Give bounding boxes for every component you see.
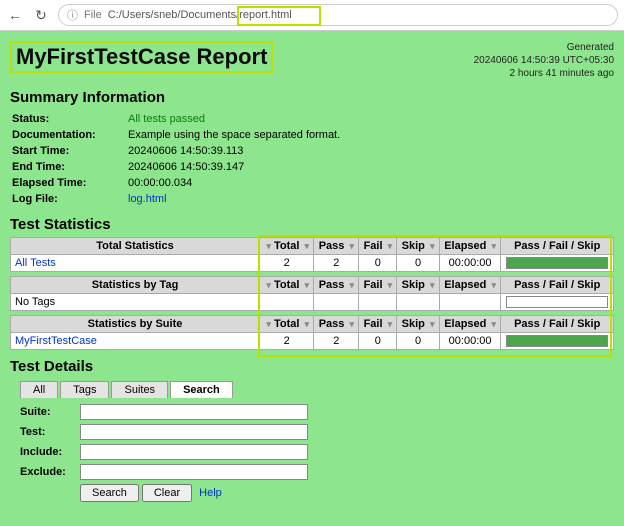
cell-graph	[501, 255, 614, 272]
back-button[interactable]: ←	[6, 7, 24, 23]
summary-heading: Summary Information	[10, 89, 614, 106]
col-pass: Pass ▾	[314, 238, 359, 255]
col-skip: Skip ▾	[397, 238, 439, 255]
search-button[interactable]: Search	[80, 484, 139, 502]
url-scheme-label: File	[84, 9, 102, 21]
stats-total-table: Total Statistics ▾ Total ▾ Pass ▾ Fail ▾…	[10, 237, 614, 272]
col-total: ▾ Total ▾	[260, 238, 314, 255]
sort-icon[interactable]: ▾	[491, 241, 496, 251]
tab-tags[interactable]: Tags	[60, 381, 109, 398]
col-fail: Fail ▾	[359, 238, 397, 255]
test-label: Test:	[20, 426, 80, 438]
exclude-input[interactable]	[80, 464, 308, 480]
tab-suites[interactable]: Suites	[111, 381, 168, 398]
url-path: C:/Users/sneb/Documents/	[108, 9, 239, 21]
doc-value: Example using the space separated format…	[128, 128, 344, 142]
sort-icon[interactable]: ▾	[388, 241, 393, 251]
cell-total: 2	[260, 255, 314, 272]
end-label: End Time:	[12, 160, 126, 174]
clear-button[interactable]: Clear	[142, 484, 192, 502]
stats-tag-table: Statistics by Tag ▾ Total ▾ Pass ▾ Fail …	[10, 276, 614, 311]
reload-button[interactable]: ↻	[32, 7, 50, 24]
cell-skip: 0	[397, 255, 439, 272]
suite-link[interactable]: MyFirstTestCase	[15, 335, 97, 347]
no-tags-cell: No Tags	[11, 294, 260, 311]
doc-label: Documentation:	[12, 128, 126, 142]
generated-label: Generated	[474, 41, 614, 54]
suite-input[interactable]	[80, 404, 308, 420]
exclude-label: Exclude:	[20, 466, 80, 478]
cell-pass: 2	[314, 255, 359, 272]
elapsed-value: 00:00:00.034	[128, 176, 344, 190]
sort-icon[interactable]: ▾	[349, 241, 354, 251]
suite-label: Suite:	[20, 406, 80, 418]
stats-tag-label: Statistics by Tag	[11, 277, 260, 294]
report-page: MyFirstTestCase Report Generated 2024060…	[0, 31, 624, 526]
details-tabs: All Tags Suites Search	[20, 381, 614, 398]
generated-ago: 2 hours 41 minutes ago	[474, 67, 614, 80]
stats-heading: Test Statistics	[10, 216, 614, 233]
table-row: All Tests 2 2 0 0 00:00:00	[11, 255, 614, 272]
page-title: MyFirstTestCase Report	[10, 41, 273, 73]
logfile-label: Log File:	[12, 192, 126, 206]
include-input[interactable]	[80, 444, 308, 460]
elapsed-label: Elapsed Time:	[12, 176, 126, 190]
details-heading: Test Details	[10, 358, 614, 375]
end-value: 20240606 14:50:39.147	[128, 160, 344, 174]
generated-info: Generated 20240606 14:50:39 UTC+05:30 2 …	[474, 41, 614, 80]
tab-search[interactable]: Search	[170, 381, 233, 398]
table-row: MyFirstTestCase 2 2 0 0 00:00:00	[11, 333, 614, 350]
include-label: Include:	[20, 446, 80, 458]
help-link[interactable]: Help	[199, 487, 222, 499]
sort-icon[interactable]: ▾	[266, 241, 271, 251]
stats-suite-table: Statistics by Suite ▾ Total ▾ Pass ▾ Fai…	[10, 315, 614, 350]
cell-fail: 0	[359, 255, 397, 272]
browser-toolbar: ← ↻ ⓘ File C:/Users/sneb/Documents/ repo…	[0, 0, 624, 31]
search-form: Suite: Test: Include: Exclude: Search Cl…	[10, 398, 614, 502]
summary-table: Status: All tests passed Documentation: …	[10, 110, 346, 208]
logfile-link[interactable]: log.html	[128, 193, 167, 205]
generated-time: 20240606 14:50:39 UTC+05:30	[474, 54, 614, 67]
test-input[interactable]	[80, 424, 308, 440]
table-row: No Tags	[11, 294, 614, 311]
sort-icon[interactable]: ▾	[430, 241, 435, 251]
cell-elapsed: 00:00:00	[439, 255, 501, 272]
stats-total-label: Total Statistics	[11, 238, 260, 255]
address-bar[interactable]: ⓘ File C:/Users/sneb/Documents/ report.h…	[58, 4, 618, 26]
col-graph: Pass / Fail / Skip	[501, 238, 614, 255]
col-elapsed: Elapsed ▾	[439, 238, 501, 255]
status-label: Status:	[12, 112, 126, 126]
info-icon: ⓘ	[67, 7, 78, 23]
all-tests-link[interactable]: All Tests	[15, 257, 56, 269]
status-value: All tests passed	[128, 112, 344, 126]
stats-suite-label: Statistics by Suite	[11, 316, 260, 333]
tab-all[interactable]: All	[20, 381, 58, 398]
start-label: Start Time:	[12, 144, 126, 158]
url-file: report.html	[239, 9, 292, 21]
start-value: 20240606 14:50:39.113	[128, 144, 344, 158]
sort-icon[interactable]: ▾	[305, 241, 310, 251]
